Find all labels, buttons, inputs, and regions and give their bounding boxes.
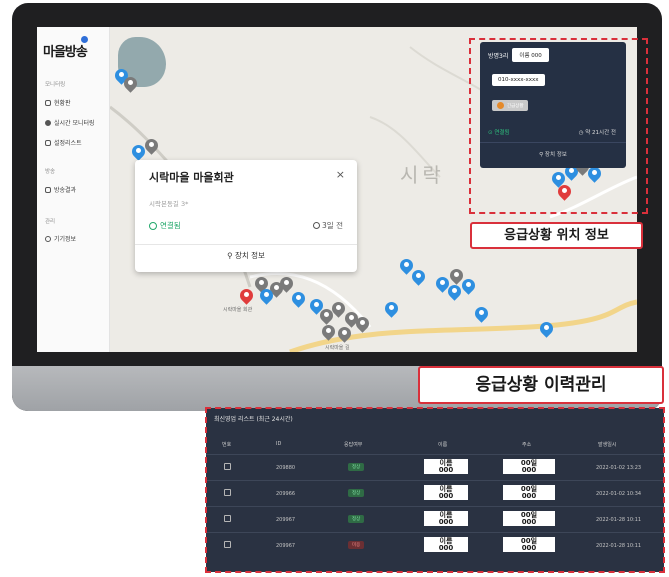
location-info-card: 시락마을 마을회관 × 시락본동길 3* 연결됨 3일 전 ⚲ 장치 정보 [135, 160, 357, 272]
map-pin[interactable] [335, 324, 354, 343]
document-icon [45, 186, 51, 193]
sidebar-section-management: 관리 [45, 219, 56, 225]
stage: 마을방송 모니터링 현황판 실시간 모니터링 설정리스트 방송 방송결과 관리 [0, 0, 669, 577]
map-town-label: 시락 [400, 163, 445, 187]
sidebar-item-broadcast-result[interactable]: 방송결과 [45, 185, 76, 194]
map-pin[interactable] [121, 74, 140, 93]
map-pin[interactable] [257, 286, 276, 305]
sidebar: 마을방송 모니터링 현황판 실시간 모니터링 설정리스트 방송 방송결과 관리 [37, 27, 110, 352]
callout-location: 응급상황 위치 정보 [470, 222, 643, 249]
list-icon [45, 139, 51, 146]
map-pin[interactable] [537, 319, 556, 338]
sidebar-item-device-info[interactable]: 기기정보 [45, 234, 76, 243]
realtime-icon [45, 119, 51, 126]
sidebar-item-label: 기기정보 [54, 236, 77, 243]
callout-history: 응급상황 이력관리 [418, 366, 664, 404]
connection-status: 연결됨 [149, 220, 181, 231]
sidebar-item-settings-list[interactable]: 설정리스트 [45, 138, 82, 147]
sidebar-item-realtime[interactable]: 실시간 모니터링 [45, 118, 95, 127]
history-highlight [205, 407, 665, 573]
divider [135, 244, 357, 245]
connection-status-label: 연결됨 [160, 221, 181, 230]
info-card-title: 시락마을 마을회관 [149, 171, 234, 184]
last-seen-time: 3일 전 [313, 220, 343, 231]
map-pin[interactable] [353, 314, 372, 333]
sidebar-section-broadcast: 방송 [45, 169, 56, 175]
device-info-label: 장치 정보 [234, 251, 265, 260]
map-pin[interactable] [289, 289, 308, 308]
logo-dot-icon [81, 36, 88, 43]
device-icon [45, 235, 51, 242]
close-icon[interactable]: × [336, 168, 345, 181]
clock-icon [313, 222, 321, 229]
map-pin[interactable] [472, 304, 491, 323]
map-pin[interactable] [319, 322, 338, 341]
map-pin[interactable] [459, 276, 478, 295]
sidebar-item-label: 방송결과 [54, 187, 77, 194]
sidebar-item-label: 실시간 모니터링 [54, 120, 95, 127]
dashboard-icon [45, 99, 51, 106]
info-card-address: 시락본동길 3* [149, 200, 189, 208]
search-icon: ⚲ [227, 251, 235, 260]
map-pin[interactable] [445, 282, 464, 301]
device-info-button[interactable]: ⚲ 장치 정보 [135, 250, 357, 261]
sidebar-item-label: 현황판 [54, 100, 71, 107]
map-pin[interactable] [129, 142, 148, 161]
map-pin[interactable] [277, 274, 296, 293]
map-label-road: 시락마을 길 [325, 345, 350, 351]
sidebar-item-label: 설정리스트 [54, 140, 82, 147]
last-seen-label: 3일 전 [322, 221, 343, 230]
sidebar-section-monitoring: 모니터링 [45, 82, 66, 88]
sidebar-item-dashboard[interactable]: 현황판 [45, 98, 71, 107]
map-pin-alert[interactable] [237, 286, 256, 305]
check-circle-icon [149, 221, 157, 230]
map-pin[interactable] [382, 299, 401, 318]
location-highlight [469, 38, 648, 214]
map-pin[interactable] [329, 299, 348, 318]
map-pin[interactable] [142, 136, 161, 155]
app-logo[interactable]: 마을방송 [43, 41, 88, 60]
map-pin[interactable] [409, 267, 428, 286]
map-label-hall: 시락마을 회관 [223, 307, 253, 313]
